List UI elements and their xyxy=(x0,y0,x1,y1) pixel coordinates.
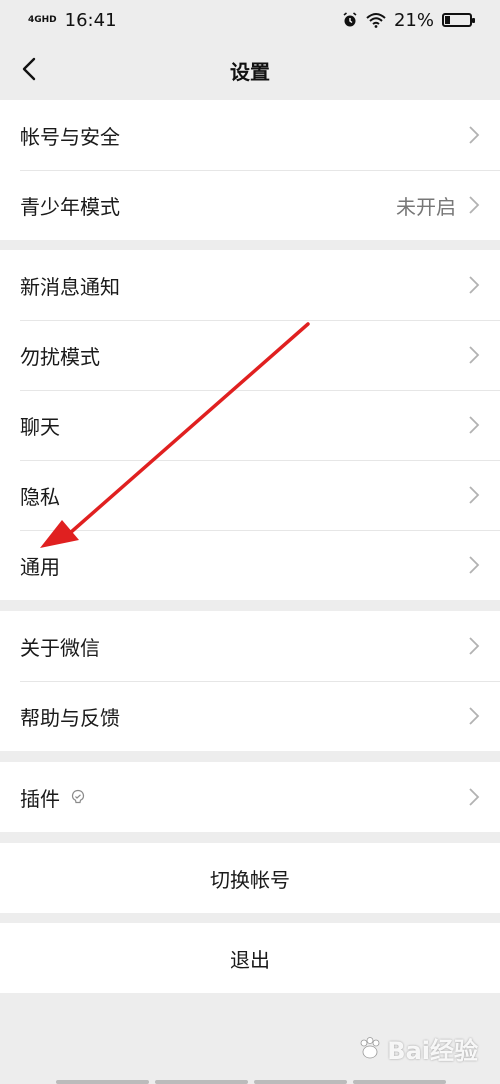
chevron-right-icon xyxy=(469,196,480,214)
switch-account-button[interactable]: 切换帐号 xyxy=(0,843,500,913)
paw-icon xyxy=(360,1036,380,1058)
settings-item-value: 未开启 xyxy=(396,194,456,219)
settings-item-do-not-disturb[interactable]: 勿扰模式 xyxy=(0,320,500,390)
settings-item-help-feedback[interactable]: 帮助与反馈 xyxy=(0,681,500,751)
settings-item-label: 隐私 xyxy=(20,484,60,509)
settings-item-label: 勿扰模式 xyxy=(20,344,100,369)
settings-item-general[interactable]: 通用 xyxy=(0,530,500,600)
chevron-right-icon xyxy=(469,788,480,806)
settings-item-privacy[interactable]: 隐私 xyxy=(0,460,500,530)
status-time: 16:41 xyxy=(64,9,117,31)
chevron-right-icon xyxy=(469,416,480,434)
switch-account-label: 切换帐号 xyxy=(210,867,290,892)
settings-item-label: 插件 xyxy=(20,786,60,811)
settings-item-label: 聊天 xyxy=(20,414,60,439)
settings-group-general: 新消息通知 勿扰模式 聊天 隐私 通用 xyxy=(0,250,500,600)
logout-label: 退出 xyxy=(230,947,270,972)
battery-percent: 21% xyxy=(393,9,434,31)
chevron-right-icon xyxy=(469,637,480,655)
back-button[interactable] xyxy=(14,54,44,84)
settings-item-label: 通用 xyxy=(20,554,60,579)
nav-bar: 设置 xyxy=(0,40,500,100)
settings-item-plugins[interactable]: 插件 xyxy=(0,762,500,832)
status-bar: 4GHD 16:41 21% xyxy=(0,0,500,40)
settings-group-account: 帐号与安全 青少年模式 未开启 xyxy=(0,100,500,240)
plugin-icon xyxy=(71,789,85,804)
chevron-right-icon xyxy=(469,556,480,574)
settings-item-chat[interactable]: 聊天 xyxy=(0,390,500,460)
watermark: Bai经验 xyxy=(357,1031,478,1066)
alarm-icon xyxy=(343,12,357,27)
network-indicator: 4GHD xyxy=(28,14,57,25)
settings-item-label: 帮助与反馈 xyxy=(20,705,120,730)
chevron-right-icon xyxy=(469,126,480,144)
chevron-right-icon xyxy=(469,276,480,294)
watermark-text: Bai经验 xyxy=(387,1037,478,1065)
page-title: 设置 xyxy=(230,59,270,84)
settings-item-label: 帐号与安全 xyxy=(20,124,120,149)
battery-icon xyxy=(442,13,475,27)
settings-group-plugins: 插件 xyxy=(0,762,500,832)
settings-item-label: 关于微信 xyxy=(20,635,100,660)
settings-item-notifications[interactable]: 新消息通知 xyxy=(0,250,500,320)
chevron-right-icon xyxy=(469,486,480,504)
settings-item-about-wechat[interactable]: 关于微信 xyxy=(0,611,500,681)
settings-group-about: 关于微信 帮助与反馈 xyxy=(0,611,500,751)
settings-item-teen-mode[interactable]: 青少年模式 未开启 xyxy=(0,170,500,240)
logout-button[interactable]: 退出 xyxy=(0,923,500,993)
logout-group: 退出 xyxy=(0,923,500,993)
settings-item-label: 青少年模式 xyxy=(20,194,120,219)
wifi-icon xyxy=(366,13,386,28)
chevron-left-icon xyxy=(22,57,36,81)
home-indicator xyxy=(56,1080,446,1084)
settings-item-account-security[interactable]: 帐号与安全 xyxy=(0,100,500,170)
switch-account-group: 切换帐号 xyxy=(0,843,500,913)
settings-item-label: 新消息通知 xyxy=(20,274,120,299)
chevron-right-icon xyxy=(469,707,480,725)
chevron-right-icon xyxy=(469,346,480,364)
